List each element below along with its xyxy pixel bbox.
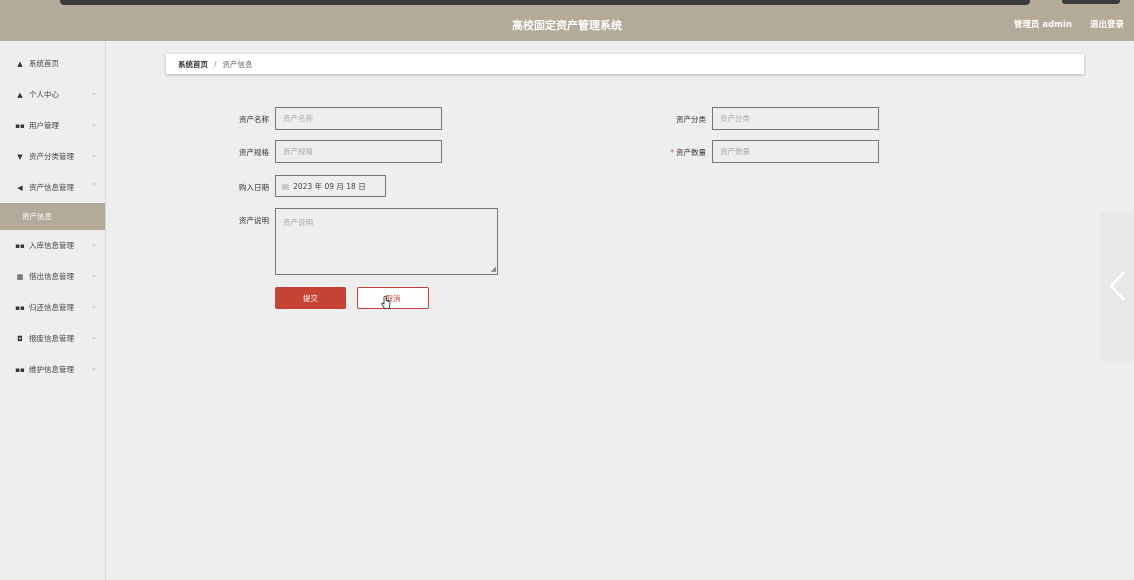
sidebar-item-users[interactable]: ▪▪ 用户管理 ⌄ bbox=[0, 110, 105, 141]
chevron-down-icon: ⌄ bbox=[91, 364, 97, 372]
home-icon: ▲ bbox=[17, 59, 23, 68]
filter-icon: ▼ bbox=[17, 152, 23, 161]
sidebar-item-return[interactable]: ▪▪ 归还信息管理 ⌄ bbox=[0, 292, 105, 323]
chevron-down-icon: ⌄ bbox=[91, 89, 97, 97]
sidebar-subitem-asset-info[interactable]: 资产信息 bbox=[0, 203, 105, 230]
sidebar-item-home[interactable]: ▲ 系统首页 bbox=[0, 48, 105, 79]
chevron-down-icon: ⌄ bbox=[91, 151, 97, 159]
grid-icon: ▪▪ bbox=[15, 241, 25, 250]
chevron-down-icon: ⌄ bbox=[91, 120, 97, 128]
asset-category-label: 资产分类 bbox=[676, 115, 706, 124]
asset-desc-textarea[interactable]: 资产说明 ◢ bbox=[275, 208, 498, 275]
grid-icon: ▪▪ bbox=[15, 303, 25, 312]
purchase-date-input[interactable]: ▤ 2023 年 09 月 18 日 bbox=[275, 175, 386, 197]
sidebar-item-label: 资产信息管理 bbox=[29, 183, 74, 192]
hand-cursor-icon bbox=[381, 296, 391, 309]
trash-icon: ◘ bbox=[17, 334, 23, 343]
resize-handle-icon[interactable]: ◢ bbox=[491, 266, 496, 273]
asset-quantity-input[interactable]: 资产数量 bbox=[712, 140, 879, 163]
user-icon: ▲ bbox=[17, 90, 23, 99]
breadcrumb-separator: / bbox=[214, 59, 217, 69]
submit-button[interactable]: 提交 bbox=[275, 287, 346, 309]
asset-name-label: 资产名称 bbox=[239, 115, 269, 124]
top-strip-bar-right bbox=[1062, 0, 1120, 4]
sidebar-item-maintenance[interactable]: ▪▪ 维护信息管理 ⌄ bbox=[0, 354, 105, 385]
sidebar-item-label: 维护信息管理 bbox=[29, 365, 74, 374]
chevron-up-icon: ⌃ bbox=[91, 182, 97, 190]
purchase-date-label: 购入日期 bbox=[239, 183, 269, 192]
app-title: 高校固定资产管理系统 bbox=[512, 19, 622, 32]
sidebar-item-label: 资产分类管理 bbox=[29, 152, 74, 161]
grid-icon: ▦ bbox=[16, 272, 24, 281]
chevron-down-icon: ⌄ bbox=[91, 240, 97, 248]
current-user: 管理员 admin bbox=[1013, 20, 1072, 30]
sidebar-item-label: 用户管理 bbox=[29, 121, 59, 130]
sidebar-item-scrap[interactable]: ◘ 报废信息管理 ⌄ bbox=[0, 323, 105, 354]
sidebar-item-category[interactable]: ▼ 资产分类管理 ⌄ bbox=[0, 141, 105, 172]
asset-name-input[interactable]: 资产名称 bbox=[275, 107, 442, 130]
header: 高校固定资产管理系统 管理员 admin 退出登录 bbox=[0, 6, 1134, 41]
sidebar-item-label: 报废信息管理 bbox=[29, 334, 74, 343]
breadcrumb-current: 资产信息 bbox=[222, 59, 253, 69]
sidebar-item-asset-info[interactable]: ◀ 资产信息管理 ⌃ bbox=[0, 172, 105, 203]
purchase-date-value: 2023 年 09 月 18 日 bbox=[293, 181, 366, 191]
sidebar-item-profile[interactable]: ▲ 个人中心 ⌄ bbox=[0, 79, 105, 110]
send-icon: ◀ bbox=[17, 183, 23, 192]
asset-spec-input[interactable]: 资产规格 bbox=[275, 140, 442, 163]
chevron-left-icon[interactable] bbox=[1108, 270, 1128, 302]
logout-link[interactable]: 退出登录 bbox=[1090, 18, 1124, 30]
asset-desc-label: 资产说明 bbox=[239, 216, 269, 225]
breadcrumb: 系统首页 / 资产信息 bbox=[166, 54, 1084, 74]
sidebar-item-inbound[interactable]: ▪▪ 入库信息管理 ⌄ bbox=[0, 230, 105, 261]
chevron-down-icon: ⌄ bbox=[91, 302, 97, 310]
asset-quantity-label-text: 资产数量 bbox=[676, 148, 706, 157]
breadcrumb-home[interactable]: 系统首页 bbox=[178, 59, 208, 70]
sidebar-item-label: 入库信息管理 bbox=[29, 241, 74, 250]
grid-icon: ▪▪ bbox=[15, 365, 25, 374]
sidebar-item-label: 归还信息管理 bbox=[29, 303, 74, 312]
asset-category-input[interactable]: 资产分类 bbox=[712, 107, 879, 130]
chevron-down-icon: ⌄ bbox=[91, 333, 97, 341]
sidebar-item-lend[interactable]: ▦ 借出信息管理 ⌄ bbox=[0, 261, 105, 292]
required-mark: * bbox=[670, 148, 674, 157]
sidebar-item-label: 借出信息管理 bbox=[29, 272, 74, 281]
asset-spec-label: 资产规格 bbox=[239, 148, 269, 157]
sidebar-item-label: 个人中心 bbox=[29, 90, 59, 99]
calendar-icon: ▤ bbox=[282, 181, 290, 191]
asset-quantity-label: * 资产数量 bbox=[656, 147, 706, 158]
sidebar-item-label: 系统首页 bbox=[29, 59, 59, 68]
sidebar: ▲ 系统首页 ▲ 个人中心 ⌄ ▪▪ 用户管理 ⌄ ▼ 资产分类管理 ⌄ ◀ 资… bbox=[0, 41, 106, 580]
asset-desc-placeholder: 资产说明 bbox=[283, 218, 313, 227]
chevron-down-icon: ⌄ bbox=[91, 271, 97, 279]
cancel-button[interactable]: 取消 bbox=[357, 287, 429, 309]
grid-icon: ▪▪ bbox=[15, 121, 25, 130]
top-strip-bar bbox=[60, 0, 1030, 5]
